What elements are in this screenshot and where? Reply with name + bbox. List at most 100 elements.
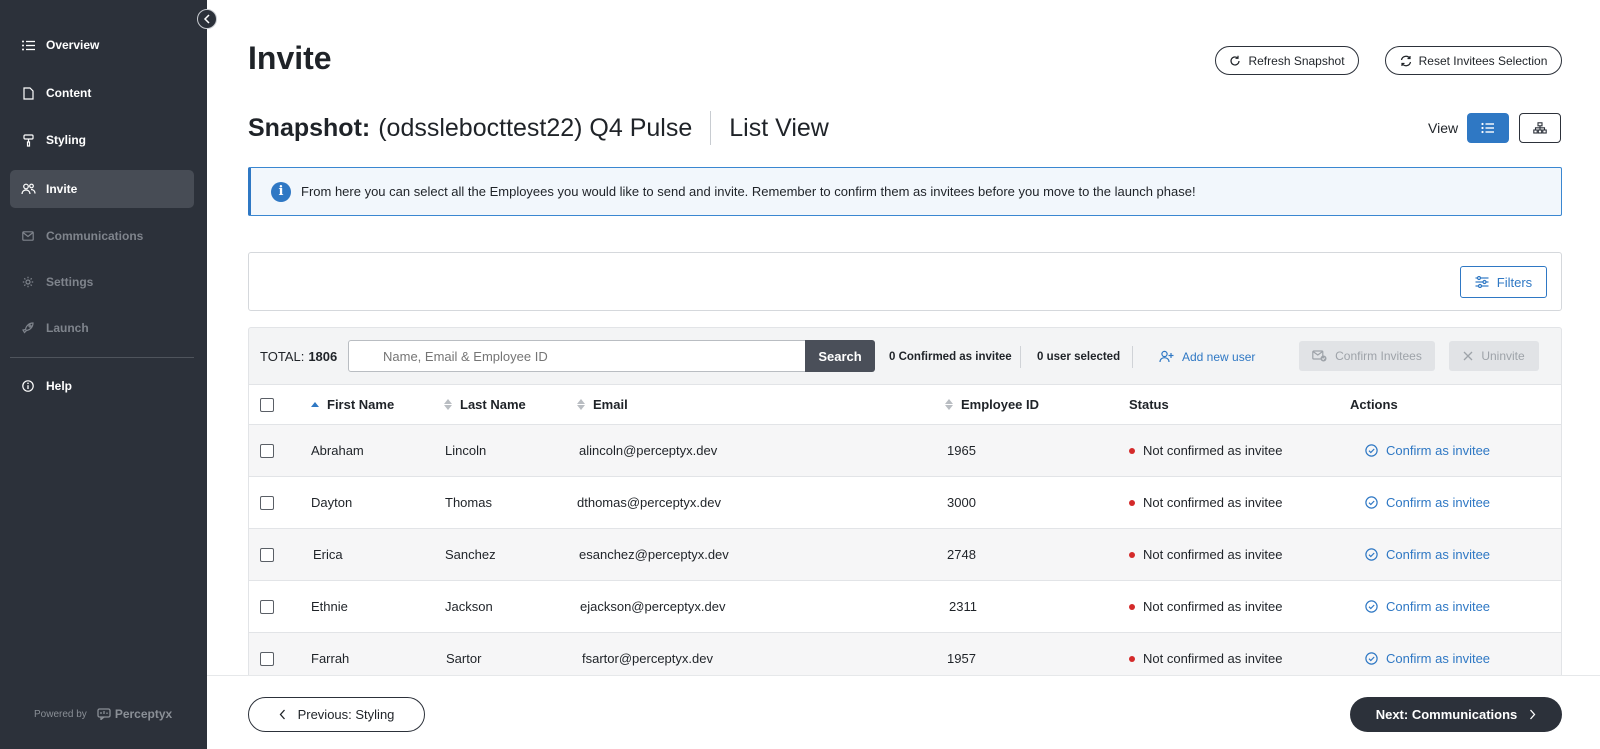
check-circle-icon	[1365, 652, 1378, 665]
next-communications-button[interactable]: Next: Communications	[1350, 697, 1562, 732]
sync-icon	[1400, 55, 1411, 66]
email-cell: ejackson@perceptyx.dev	[580, 599, 726, 614]
confirm-invitees-button[interactable]: Confirm Invitees	[1299, 341, 1435, 371]
reset-invitees-button[interactable]: Reset Invitees Selection	[1385, 46, 1562, 75]
column-label: Last Name	[460, 397, 526, 412]
snapshot-name: (odsslebocttest22) Q4 Pulse	[378, 113, 693, 142]
check-circle-icon	[1365, 548, 1378, 561]
sidebar-item-help[interactable]: Help	[10, 367, 194, 405]
status-dot-icon	[1129, 499, 1135, 506]
sidebar-item-launch[interactable]: Launch	[10, 309, 194, 347]
confirm-as-invitee-link[interactable]: Confirm as invitee	[1365, 529, 1490, 580]
search-button[interactable]: Search	[805, 340, 875, 372]
row-checkbox[interactable]	[260, 651, 274, 666]
confirm-label: Confirm as invitee	[1386, 599, 1491, 614]
confirm-invitees-label: Confirm Invitees	[1335, 349, 1422, 363]
row-checkbox[interactable]	[260, 547, 274, 562]
sidebar-item-settings[interactable]: Settings	[10, 263, 194, 301]
column-label: First Name	[327, 397, 395, 412]
status-text: Not confirmed as invitee	[1143, 599, 1283, 614]
table-header: First Name Last Name Email Employee ID S…	[248, 384, 1562, 425]
sidebar-collapse-button[interactable]	[197, 9, 217, 29]
column-actions: Actions	[1350, 397, 1398, 412]
sort-icon	[444, 399, 452, 410]
refresh-icon	[1230, 55, 1241, 66]
last-name-cell: Jackson	[445, 599, 493, 614]
previous-label: Previous: Styling	[297, 707, 395, 722]
first-name-cell: Erica	[313, 547, 343, 562]
email-cell: dthomas@perceptyx.dev	[577, 495, 721, 510]
total-count: TOTAL: 1806	[260, 328, 337, 385]
sidebar-item-invite[interactable]: Invite	[10, 170, 194, 208]
powered-by-text: Powered by	[34, 708, 87, 720]
status-dot-icon	[1129, 551, 1135, 558]
column-last-name[interactable]: Last Name	[444, 385, 526, 424]
row-checkbox[interactable]	[260, 599, 274, 614]
sidebar-item-styling[interactable]: Styling	[10, 121, 194, 159]
check-circle-icon	[1365, 444, 1378, 457]
users-icon	[19, 183, 37, 195]
row-checkbox[interactable]	[260, 495, 274, 510]
filter-panel: Filters	[248, 252, 1562, 311]
uninvite-button[interactable]: Uninvite	[1449, 341, 1539, 371]
sliders-icon	[1475, 276, 1489, 288]
refresh-snapshot-label: Refresh Snapshot	[1248, 53, 1345, 68]
status-text: Not confirmed as invitee	[1143, 495, 1283, 510]
sidebar-item-label: Settings	[46, 275, 94, 289]
sidebar-divider	[10, 357, 194, 358]
table-toolbar: TOTAL: 1806 Search 0 Confirmed as invite…	[248, 327, 1562, 384]
page-title: Invite	[248, 40, 332, 76]
sidebar-item-label: Invite	[46, 182, 78, 196]
confirm-mail-icon	[1312, 350, 1327, 362]
brand-logo: Perceptyx	[97, 707, 172, 721]
list-icon	[19, 40, 37, 51]
confirm-label: Confirm as invitee	[1386, 443, 1491, 458]
reset-invitees-label: Reset Invitees Selection	[1418, 53, 1548, 68]
rocket-icon	[19, 322, 37, 334]
column-first-name[interactable]: First Name	[311, 385, 394, 424]
previous-styling-button[interactable]: Previous: Styling	[248, 697, 425, 732]
heading-divider	[710, 111, 712, 145]
employee-id-cell: 1965	[947, 443, 976, 458]
refresh-snapshot-button[interactable]: Refresh Snapshot	[1215, 46, 1359, 75]
select-all-checkbox[interactable]	[260, 397, 274, 412]
table-row: Dayton Thomas dthomas@perceptyx.dev 3000…	[248, 477, 1562, 529]
search-input[interactable]	[348, 340, 806, 372]
gear-icon	[19, 276, 37, 288]
wizard-footer: Previous: Styling Next: Communications	[207, 675, 1600, 749]
confirm-as-invitee-link[interactable]: Confirm as invitee	[1365, 581, 1490, 632]
sidebar-item-communications[interactable]: Communications	[10, 217, 194, 255]
last-name-cell: Lincoln	[445, 443, 487, 458]
confirm-as-invitee-link[interactable]: Confirm as invitee	[1365, 425, 1490, 476]
document-icon	[19, 86, 37, 100]
check-circle-icon	[1365, 600, 1378, 613]
selected-count: 0 user selected	[1037, 350, 1121, 363]
snapshot-heading: Snapshot: (odsslebocttest22) Q4 Pulse Li…	[248, 111, 829, 145]
last-name-cell: Thomas	[445, 495, 492, 510]
table-row: Erica Sanchez esanchez@perceptyx.dev 274…	[248, 529, 1562, 581]
confirm-as-invitee-link[interactable]: Confirm as invitee	[1365, 477, 1490, 528]
add-user-button[interactable]: Add new user	[1159, 328, 1255, 385]
filters-button[interactable]: Filters	[1460, 266, 1547, 298]
column-label: Employee ID	[961, 397, 1040, 412]
row-checkbox[interactable]	[260, 443, 274, 458]
column-employee-id[interactable]: Employee ID	[945, 385, 1039, 424]
column-email[interactable]: Email	[577, 385, 628, 424]
employee-id-cell: 2748	[947, 547, 976, 562]
sidebar: Overview Content Styling Invite Communic…	[0, 0, 207, 749]
confirm-label: Confirm as invitee	[1386, 495, 1491, 510]
status-cell: Not confirmed as invitee	[1129, 477, 1282, 528]
hierarchy-view-button[interactable]	[1519, 113, 1561, 143]
sidebar-item-label: Help	[46, 379, 73, 393]
info-circle-icon	[19, 380, 37, 392]
first-name-cell: Dayton	[311, 495, 353, 510]
status-text: Not confirmed as invitee	[1143, 547, 1283, 562]
sidebar-item-label: Styling	[46, 133, 87, 147]
sidebar-item-overview[interactable]: Overview	[10, 26, 194, 64]
sidebar-item-content[interactable]: Content	[10, 74, 194, 112]
powered-by: Powered by Perceptyx	[34, 707, 172, 721]
sort-icon	[945, 399, 953, 410]
list-view-button[interactable]	[1467, 113, 1509, 143]
view-label: View	[1428, 120, 1459, 136]
perceptyx-logo-icon	[97, 708, 111, 720]
